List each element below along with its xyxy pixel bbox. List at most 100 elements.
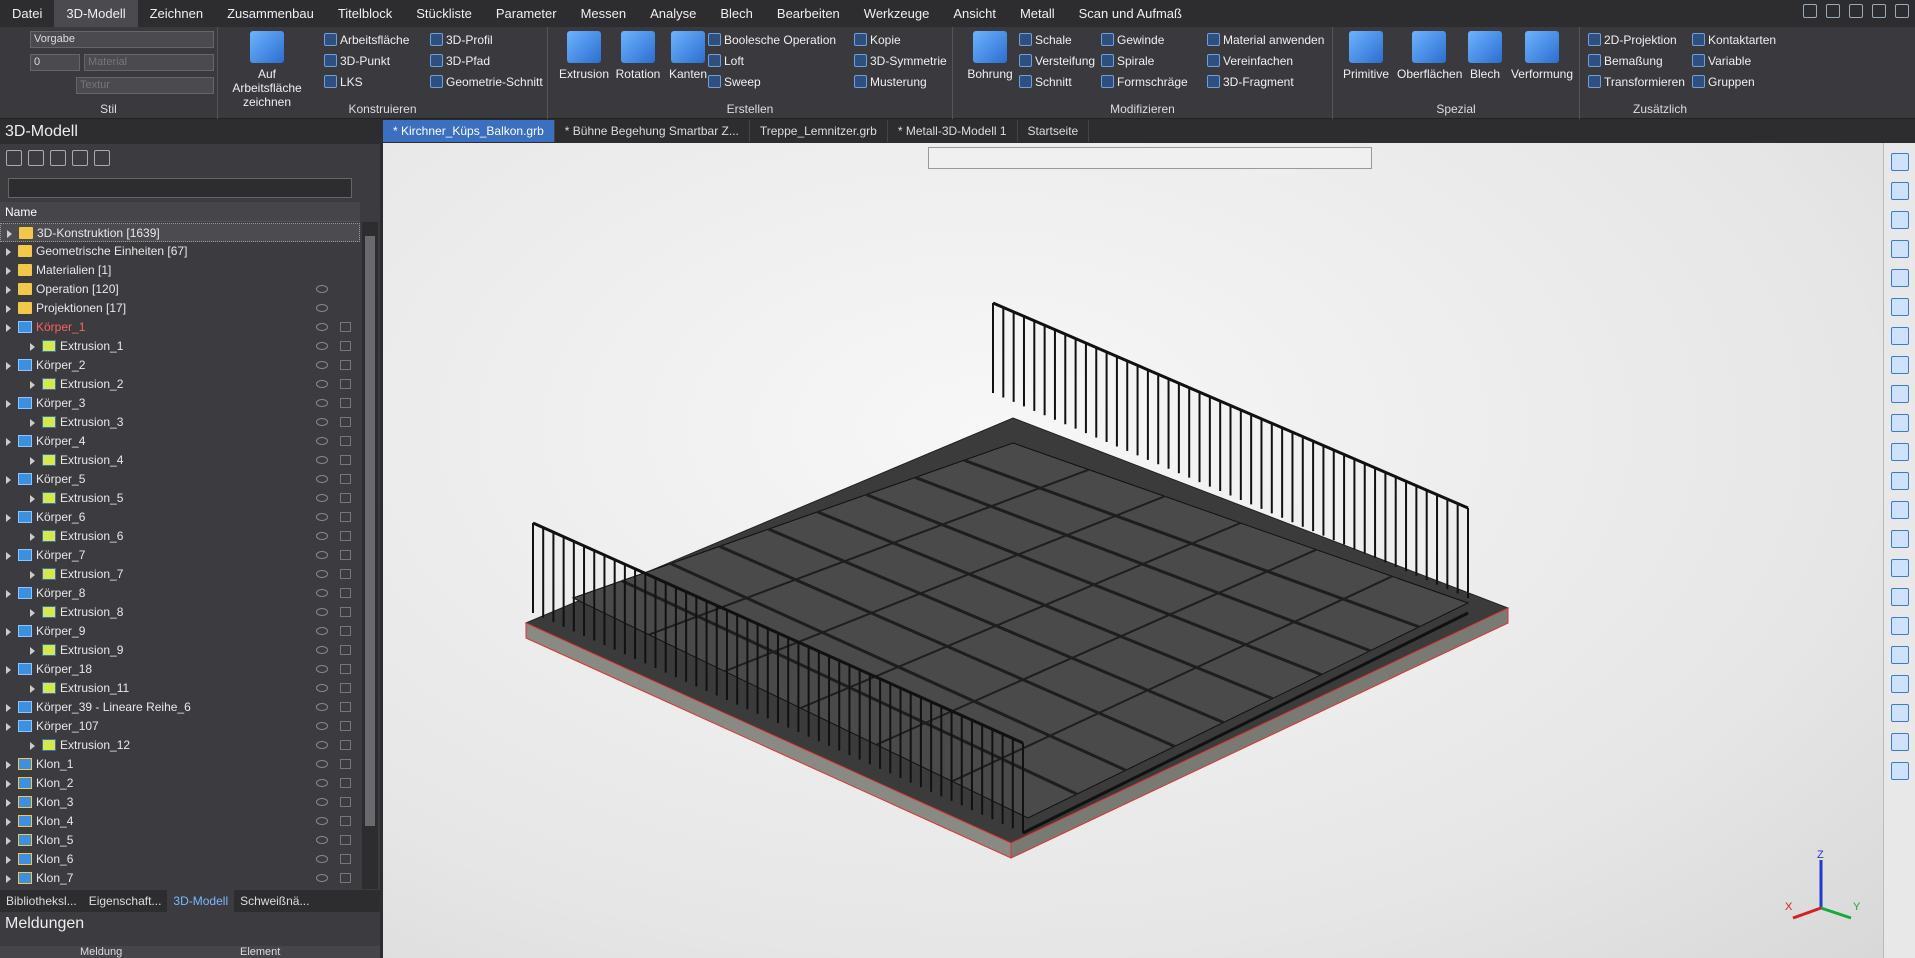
expand-icon[interactable] (30, 533, 35, 541)
expand-icon[interactable] (6, 552, 11, 560)
material-select[interactable]: Material (84, 54, 214, 71)
kontaktarten-button[interactable]: Kontaktarten (1692, 30, 1776, 49)
expand-icon[interactable] (6, 856, 11, 864)
tree-row[interactable]: Extrusion_12 (0, 736, 360, 755)
copy-icon[interactable] (340, 816, 351, 826)
back-icon[interactable] (6, 150, 22, 166)
copy-icon[interactable] (340, 778, 351, 788)
visibility-icon[interactable] (316, 494, 328, 502)
loft-button[interactable]: Loft (708, 51, 744, 70)
expand-icon[interactable] (6, 666, 11, 674)
formschraege-button[interactable]: Formschräge (1101, 72, 1188, 91)
expand-icon[interactable] (30, 609, 35, 617)
menu-item-7[interactable]: Messen (569, 0, 639, 27)
column-meldung[interactable]: Meldung (80, 946, 122, 958)
tree-row[interactable]: Körper_3 (0, 394, 360, 413)
visibility-icon[interactable] (316, 342, 328, 350)
menu-item-8[interactable]: Analyse (638, 0, 708, 27)
schale-button[interactable]: Schale (1019, 30, 1072, 49)
copy-icon[interactable] (340, 531, 351, 541)
visibility-icon[interactable] (316, 817, 328, 825)
copy-icon[interactable] (340, 322, 351, 332)
tree-row[interactable]: Projektionen [17] (0, 299, 360, 318)
tool-icon[interactable] (1890, 733, 1909, 751)
tree-row[interactable]: Extrusion_3 (0, 413, 360, 432)
copy-icon[interactable] (340, 474, 351, 484)
visibility-icon[interactable] (316, 532, 328, 540)
tree-row[interactable]: Extrusion_2 (0, 375, 360, 394)
panel-tab-2[interactable]: 3D-Modell (167, 890, 235, 912)
tool-icon[interactable] (1890, 240, 1909, 258)
visibility-icon[interactable] (316, 703, 328, 711)
visibility-icon[interactable] (316, 570, 328, 578)
copy-icon[interactable] (340, 683, 351, 693)
visibility-icon[interactable] (316, 855, 328, 863)
tree-row[interactable]: Körper_1 (0, 318, 360, 337)
tree-row[interactable]: Extrusion_4 (0, 451, 360, 470)
tree-row[interactable]: Körper_7 (0, 546, 360, 565)
copy-icon[interactable] (340, 550, 351, 560)
tool-icon[interactable] (1890, 182, 1909, 200)
visibility-icon[interactable] (316, 779, 328, 787)
expand-icon[interactable] (6, 628, 11, 636)
bemassung-button[interactable]: Bemaßung (1588, 51, 1663, 70)
transformieren-button[interactable]: Transformieren (1588, 72, 1685, 91)
tree-row[interactable]: Körper_8 (0, 584, 360, 603)
visibility-icon[interactable] (316, 665, 328, 673)
copy-icon[interactable] (340, 607, 351, 617)
tool-icon[interactable] (1890, 530, 1909, 548)
vereinfachen-button[interactable]: Vereinfachen (1207, 51, 1293, 70)
menu-item-4[interactable]: Titelblock (326, 0, 404, 27)
tree-row[interactable]: 3D-Konstruktion [1639] (0, 223, 360, 242)
visibility-icon[interactable] (316, 627, 328, 635)
panel-tab-3[interactable]: Schweißnä... (234, 890, 315, 912)
visibility-icon[interactable] (316, 399, 328, 407)
visibility-icon[interactable] (316, 551, 328, 559)
copy-icon[interactable] (340, 721, 351, 731)
boolean-button[interactable]: Boolesche Operation (708, 30, 836, 49)
visibility-icon[interactable] (316, 684, 328, 692)
collapse-icon[interactable] (94, 150, 110, 166)
visibility-icon[interactable] (316, 323, 328, 331)
expand-icon[interactable] (6, 286, 11, 294)
visibility-icon[interactable] (316, 722, 328, 730)
copy-icon[interactable] (340, 854, 351, 864)
expand-icon[interactable] (6, 248, 11, 256)
kanten-button[interactable]: Kanten (664, 31, 712, 81)
copy-icon[interactable] (340, 379, 351, 389)
copy-icon[interactable] (340, 626, 351, 636)
draw-on-plane-button[interactable]: Auf Arbeitsfläche zeichnen (226, 31, 308, 109)
tree-row[interactable]: Klon_1 (0, 755, 360, 774)
expand-icon[interactable] (6, 267, 11, 275)
spirale-button[interactable]: Spirale (1101, 51, 1154, 70)
layer-select[interactable]: 0 (30, 54, 80, 71)
menu-item-2[interactable]: Zeichnen (138, 0, 215, 27)
expand-icon[interactable] (6, 761, 11, 769)
expand-icon[interactable] (30, 381, 35, 389)
settings-icon[interactable] (1826, 4, 1840, 18)
style-select[interactable]: Vorgabe (30, 31, 214, 48)
tool-icon[interactable] (1890, 414, 1909, 432)
menu-item-10[interactable]: Bearbeiten (765, 0, 852, 27)
copy-icon[interactable] (340, 493, 351, 503)
menu-item-3[interactable]: Zusammenbau (215, 0, 326, 27)
tree-column-header[interactable]: Name (0, 202, 360, 222)
tool-icon[interactable] (1890, 704, 1909, 722)
minimize-icon[interactable] (1849, 4, 1863, 18)
menu-item-0[interactable]: Datei (0, 0, 54, 27)
tool-icon[interactable] (1890, 211, 1909, 229)
tree-row[interactable]: Körper_4 (0, 432, 360, 451)
tree-row[interactable]: Körper_9 (0, 622, 360, 641)
tree-row[interactable]: Körper_5 (0, 470, 360, 489)
visibility-icon[interactable] (316, 456, 328, 464)
expand-icon[interactable] (6, 704, 11, 712)
menu-item-13[interactable]: Metall (1008, 0, 1067, 27)
3d-punkt-button[interactable]: 3D-Punkt (324, 51, 390, 70)
menu-item-5[interactable]: Stückliste (404, 0, 484, 27)
expand-icon[interactable] (30, 343, 35, 351)
menu-item-6[interactable]: Parameter (484, 0, 569, 27)
menu-item-9[interactable]: Blech (708, 0, 765, 27)
tree-row[interactable]: Extrusion_1 (0, 337, 360, 356)
expand-icon[interactable] (6, 837, 11, 845)
gewinde-button[interactable]: Gewinde (1101, 30, 1164, 49)
